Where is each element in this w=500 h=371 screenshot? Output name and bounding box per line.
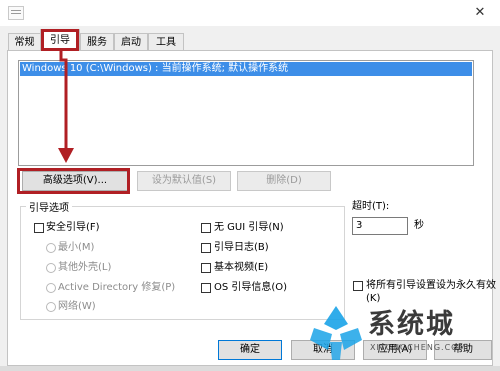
set-default-button[interactable]: 设为默认值(S) <box>137 171 231 191</box>
advanced-button-highlight <box>17 168 130 194</box>
network-label: 网络(W) <box>58 301 96 312</box>
persistent-label: 将所有引导设置设为永久有效 <box>366 280 496 291</box>
timeout-unit: 秒 <box>414 220 424 231</box>
boot-tab-highlight <box>41 29 79 51</box>
safe-boot-checkbox[interactable] <box>34 223 44 233</box>
alternate-shell-radio[interactable] <box>46 263 56 273</box>
base-video-checkbox[interactable] <box>201 263 211 273</box>
persistent-checkbox[interactable] <box>353 281 363 291</box>
no-gui-label: 无 GUI 引导(N) <box>214 222 284 233</box>
watermark-brand: 系统城 <box>368 309 455 340</box>
timeout-label: 超时(T): <box>352 201 390 212</box>
timeout-input[interactable]: 3 <box>352 217 408 235</box>
no-gui-checkbox[interactable] <box>201 223 211 233</box>
active-directory-radio[interactable] <box>46 283 56 293</box>
alternate-shell-label: 其他外壳(L) <box>58 262 112 273</box>
os-info-checkbox[interactable] <box>201 283 211 293</box>
minimal-radio[interactable] <box>46 243 56 253</box>
base-video-label: 基本视频(E) <box>214 262 269 273</box>
network-radio[interactable] <box>46 302 56 312</box>
delete-button[interactable]: 删除(D) <box>237 171 331 191</box>
watermark-logo-icon <box>310 306 362 360</box>
boot-options-title: 引导选项 <box>26 199 72 214</box>
minimal-label: 最小(M) <box>58 242 95 253</box>
active-directory-label: Active Directory 修复(P) <box>58 282 176 293</box>
watermark-site: XITONGCHENG.COM <box>370 343 467 352</box>
safe-boot-label: 安全引导(F) <box>46 222 100 233</box>
os-info-label: OS 引导信息(O) <box>214 282 288 293</box>
boot-log-checkbox[interactable] <box>201 243 211 253</box>
ok-button[interactable]: 确定 <box>218 340 282 360</box>
boot-log-label: 引导日志(B) <box>214 242 269 253</box>
background-strip <box>0 366 500 371</box>
